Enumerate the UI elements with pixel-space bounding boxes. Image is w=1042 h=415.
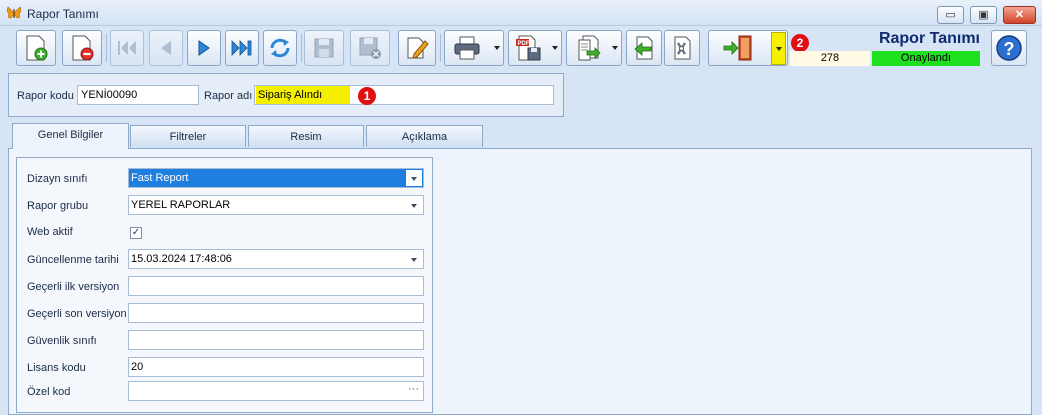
delete-document-button[interactable] [62,30,102,66]
update-date-value: 15.03.2024 17:48:06 [131,253,232,265]
report-code-input[interactable]: YENİ00090 [77,85,199,105]
status-badge: Onaylandı [872,51,980,66]
first-version-label: Geçerli ilk versiyon [27,281,120,293]
web-active-label: Web aktif [27,226,73,238]
last-record-button[interactable] [225,30,259,66]
edit-button[interactable] [398,30,436,66]
tab-genel-bilgiler[interactable]: Genel Bilgiler [12,123,129,149]
save-icon [314,38,334,58]
last-version-label: Geçerli son versiyon [27,308,127,320]
tab-resim[interactable]: Resim [248,125,364,147]
new-document-icon [26,35,48,61]
report-name-input[interactable]: Sipariş Alındı [254,85,554,105]
design-class-combo[interactable]: Fast Report [128,168,424,188]
help-button[interactable]: ? [991,30,1027,66]
edit-pencil-icon [407,37,429,59]
next-record-button[interactable] [187,30,221,66]
tab-filtreler[interactable]: Filtreler [130,125,246,147]
update-date-picker[interactable]: 15.03.2024 17:48:06 [128,249,424,269]
title-bar: Rapor Tanımı ▭ ▣ ✕ [0,0,1042,26]
svg-text:PDF: PDF [518,41,530,47]
ellipsis-icon[interactable]: ··· [408,380,419,398]
web-active-checkbox[interactable]: ✓ [130,227,142,239]
special-code-input[interactable]: ··· [128,381,424,401]
butterfly-icon [6,6,22,19]
last-version-input[interactable] [128,303,424,323]
refresh-icon [270,38,290,58]
first-record-icon [118,41,136,55]
form-header-title: Rapor Tanımı [878,30,980,47]
pdf-export-icon: PDF [516,35,541,61]
printer-icon [454,36,480,60]
special-code-label: Özel kod [27,386,71,398]
annotation-badge-1: 1 [358,87,376,105]
report-group-combo[interactable]: YEREL RAPORLAR [128,195,424,215]
report-name-value: Sipariş Alındı [256,86,351,104]
annotation-badge-2: 2 [791,34,809,52]
export-button[interactable] [566,30,622,66]
report-code-label: Rapor kodu [17,90,74,102]
save-button[interactable] [304,30,344,66]
close-button[interactable]: ✕ [1003,6,1036,24]
license-code-label: Lisans kodu [27,362,86,374]
delete-document-icon [72,35,94,61]
report-name-label: Rapor adı [204,90,253,102]
tools-icon [674,36,691,60]
previous-record-button[interactable] [149,30,183,66]
next-record-icon [198,40,210,56]
print-button[interactable] [444,30,504,66]
chevron-down-icon [411,204,417,208]
back-document-button[interactable] [626,30,662,66]
report-group-label: Rapor grubu [27,200,89,212]
restore-button[interactable]: ▣ [970,6,997,24]
pdf-export-button[interactable]: PDF [508,30,562,66]
report-group-value: YEREL RAPORLAR [131,199,231,211]
first-record-button[interactable] [110,30,144,66]
tab-aciklama[interactable]: Açıklama [366,125,483,147]
new-document-button[interactable] [16,30,56,66]
refresh-button[interactable] [263,30,297,66]
svg-text:?: ? [1004,39,1015,59]
save-close-icon [359,37,381,59]
minimize-button[interactable]: ▭ [937,6,964,24]
security-class-input[interactable] [128,330,424,350]
exit-door-icon [723,35,752,61]
chevron-down-icon [411,258,417,262]
save-close-button[interactable] [350,30,390,66]
tools-button[interactable] [664,30,700,66]
design-class-value: Fast Report [131,172,189,184]
license-code-input[interactable]: 20 [128,357,424,377]
previous-record-icon [161,41,171,55]
last-record-icon [231,40,252,56]
first-version-input[interactable] [128,276,424,296]
update-date-label: Güncellenme tarihi [27,254,119,266]
record-number: 278 [790,51,870,66]
security-class-label: Güvenlik sınıfı [27,335,97,347]
export-icon [578,35,601,61]
back-document-icon [634,36,653,60]
design-class-label: Dizayn sınıfı [27,173,88,185]
help-icon: ? [996,35,1022,61]
chevron-down-icon [411,177,417,181]
window-title: Rapor Tanımı [27,7,99,21]
exit-dropdown-button[interactable] [771,32,786,65]
